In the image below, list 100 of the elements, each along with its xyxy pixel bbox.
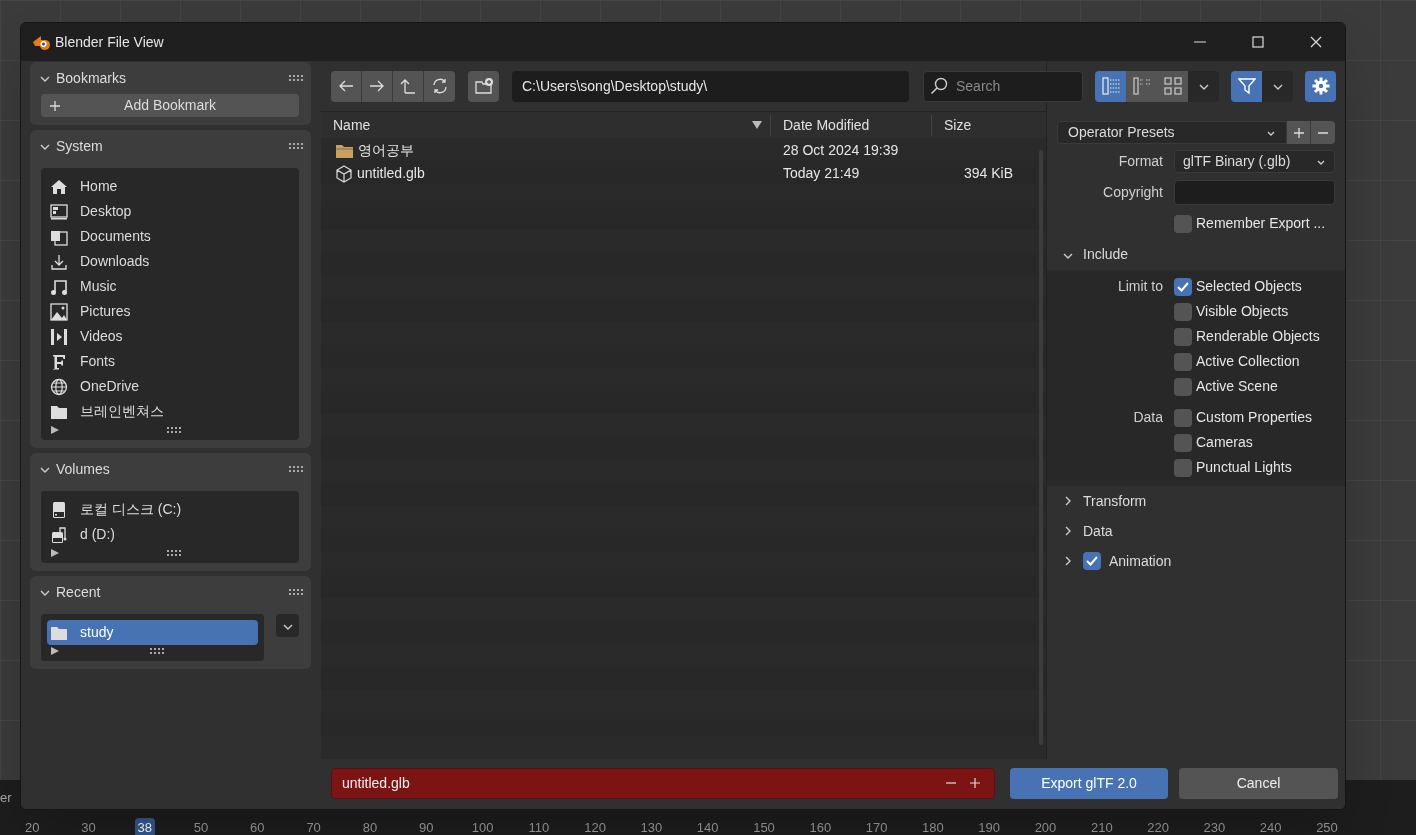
- editor-label: er: [0, 789, 12, 807]
- view-mode-button[interactable]: [1095, 70, 1126, 102]
- format-dropdown[interactable]: glTF Binary (.glb): [1174, 150, 1335, 173]
- cancel-button[interactable]: Cancel: [1179, 767, 1338, 799]
- frame-number: 110: [528, 819, 550, 835]
- view-mode-button[interactable]: [1126, 70, 1157, 102]
- list-item[interactable]: Downloads: [47, 249, 293, 274]
- back-button[interactable]: [331, 70, 362, 102]
- presets-dropdown[interactable]: Operator Presets: [1057, 121, 1287, 144]
- list-item[interactable]: Desktop: [47, 199, 293, 224]
- maximize-icon: [1250, 34, 1266, 50]
- field-label: Format: [1118, 153, 1163, 169]
- music-note-icon: [50, 277, 68, 296]
- section-header[interactable]: Data: [1083, 520, 1113, 542]
- refresh-icon: [431, 78, 448, 94]
- filename-field[interactable]: untitled.glb: [331, 767, 995, 799]
- panel-title[interactable]: System: [56, 135, 285, 157]
- search-field[interactable]: Search: [923, 70, 1083, 102]
- file-name[interactable]: untitled.glb: [357, 163, 425, 184]
- frame-number: 160: [809, 819, 832, 835]
- add-bookmark-button[interactable]: Add Bookmark: [41, 94, 299, 117]
- column-header[interactable]: Size: [932, 114, 972, 136]
- section-header[interactable]: Transform: [1083, 490, 1147, 512]
- column-header[interactable]: Name: [321, 114, 771, 136]
- plus-icon: [969, 776, 981, 789]
- list-item[interactable]: d (D:): [47, 522, 293, 547]
- grip-icon: [289, 143, 303, 149]
- panel-title[interactable]: Bookmarks: [56, 67, 285, 89]
- checkbox[interactable]: Selected Objects: [1174, 274, 1302, 299]
- checkbox[interactable]: Active Collection: [1174, 349, 1300, 374]
- settings-button[interactable]: [1305, 70, 1336, 102]
- filter-button[interactable]: [1231, 70, 1262, 102]
- frame-number: 250: [1316, 819, 1338, 835]
- list-item[interactable]: study: [47, 620, 258, 645]
- dropdown-button[interactable]: [1188, 70, 1219, 102]
- file-date: 28 Oct 2024 19:39: [782, 141, 900, 160]
- list-item[interactable]: Pictures: [47, 299, 293, 324]
- download-icon: [50, 252, 68, 271]
- list-item[interactable]: OneDrive: [47, 374, 293, 399]
- house-icon: [50, 177, 68, 196]
- resize-grip-icon: [167, 427, 181, 433]
- panel-title[interactable]: Volumes: [56, 458, 285, 480]
- column-header[interactable]: Date Modified: [771, 114, 932, 136]
- new-folder-button[interactable]: [468, 70, 499, 102]
- parent-directory-button[interactable]: [393, 70, 424, 102]
- section-header[interactable]: Animation: [1109, 550, 1172, 572]
- resize-grip-icon: [149, 648, 164, 654]
- frame-number: 170: [865, 819, 888, 835]
- checkmark-icon: [1086, 555, 1098, 567]
- resize-grip-icon: [167, 550, 181, 556]
- list-item[interactable]: Videos: [47, 324, 293, 349]
- checkbox[interactable]: Active Scene: [1174, 374, 1278, 399]
- frame-number: 30: [81, 819, 96, 835]
- checkbox[interactable]: Custom Properties: [1174, 405, 1312, 430]
- list-item[interactable]: Home: [47, 174, 293, 199]
- drive-icon: [50, 500, 68, 519]
- arrow-up-icon: [400, 78, 416, 94]
- field-label: Limit to: [1117, 278, 1163, 294]
- list-item[interactable]: Music: [47, 274, 293, 299]
- frame-number: 80: [362, 819, 378, 835]
- list-item[interactable]: Fonts: [47, 349, 293, 374]
- path-field[interactable]: C:\Users\song\Desktop\study\: [512, 70, 909, 102]
- dropdown-button[interactable]: [276, 614, 299, 637]
- copyright-field[interactable]: [1174, 180, 1335, 205]
- file-size: 394 KiB: [962, 164, 1013, 183]
- frame-number: 100: [471, 819, 494, 835]
- sort-triangle-icon: [752, 121, 762, 129]
- file-name[interactable]: 영어공부: [358, 140, 414, 161]
- list-item[interactable]: 브레인벤쳐스: [47, 399, 293, 424]
- current-frame-indicator[interactable]: 38: [134, 818, 155, 835]
- list-item[interactable]: Documents: [47, 224, 293, 249]
- list-item[interactable]: 로컬 디스크 (C:): [47, 497, 293, 522]
- folder-icon: [335, 142, 354, 159]
- search-icon: [930, 76, 948, 95]
- filter-icon: [1237, 77, 1256, 95]
- remove-preset-button[interactable]: [1311, 121, 1335, 144]
- checkbox[interactable]: Remember Export ...: [1174, 211, 1326, 236]
- grip-icon: [289, 589, 303, 595]
- expand-triangle-icon: [51, 549, 59, 557]
- checkbox[interactable]: Visible Objects: [1174, 299, 1289, 324]
- add-preset-button[interactable]: [1287, 121, 1311, 144]
- panel-title[interactable]: Recent: [56, 581, 285, 603]
- minimize-icon: [1194, 41, 1206, 43]
- checkbox[interactable]: Punctual Lights: [1174, 455, 1292, 480]
- frame-number: 70: [306, 819, 321, 835]
- expand-triangle-icon: [51, 426, 59, 434]
- globe-icon: [50, 377, 68, 396]
- checkbox[interactable]: Renderable Objects: [1174, 324, 1320, 349]
- checkbox[interactable]: Cameras: [1174, 430, 1253, 455]
- refresh-button[interactable]: [424, 70, 455, 102]
- frame-number: 120: [584, 819, 606, 835]
- external-drive-icon: [50, 525, 68, 544]
- view-mode-button[interactable]: [1157, 70, 1188, 102]
- arrow-right-icon: [369, 78, 385, 94]
- section-header[interactable]: Include: [1083, 244, 1129, 265]
- forward-button[interactable]: [362, 70, 393, 102]
- desktop-icon: [50, 202, 68, 221]
- columns-view-icon: [1132, 77, 1151, 95]
- frame-number: 140: [696, 819, 719, 835]
- export-button[interactable]: Export glTF 2.0: [1010, 767, 1168, 799]
